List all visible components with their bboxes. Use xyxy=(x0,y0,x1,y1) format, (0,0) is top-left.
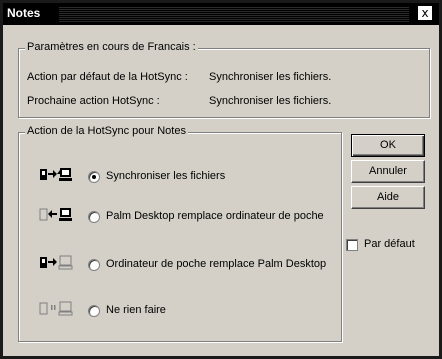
option-sync-radio[interactable] xyxy=(88,171,100,183)
default-action-label: Action par défaut de la HotSync : xyxy=(27,71,188,83)
default-action-value: Synchroniser les fichiers. xyxy=(209,71,332,83)
close-icon[interactable]: x xyxy=(417,5,433,21)
next-action-value: Synchroniser les fichiers. xyxy=(209,95,332,107)
default-checkbox-label[interactable]: Par défaut xyxy=(364,238,415,250)
hotsync-action-group: Action de la HotSync pour Notes Synchron… xyxy=(18,125,342,342)
hotsync-action-legend: Action de la HotSync pour Notes xyxy=(25,125,188,137)
option-do-nothing-radio[interactable] xyxy=(88,305,100,317)
option-sync-label[interactable]: Synchroniser les fichiers xyxy=(106,170,225,182)
next-action-label: Prochaine action HotSync : xyxy=(27,95,160,107)
help-button[interactable]: Aide xyxy=(351,186,425,209)
option-desktop-replaces-label[interactable]: Palm Desktop remplace ordinateur de poch… xyxy=(106,210,324,222)
current-settings-legend: Paramètres en cours de Francais : xyxy=(25,41,198,53)
option-handheld-replaces-radio[interactable] xyxy=(88,259,100,271)
option-do-nothing-label[interactable]: Ne rien faire xyxy=(106,304,166,316)
handheld-overwrites-desktop-icon xyxy=(40,255,73,270)
cancel-button[interactable]: Annuler xyxy=(351,160,425,183)
ok-button[interactable]: OK xyxy=(351,134,425,157)
option-desktop-replaces-radio[interactable] xyxy=(88,211,100,223)
window-title: Notes xyxy=(7,6,41,20)
current-settings-group: Paramètres en cours de Francais : Action… xyxy=(18,41,430,118)
desktop-overwrites-handheld-icon xyxy=(39,208,72,221)
title-bar[interactable]: Notes x xyxy=(3,3,439,25)
option-handheld-replaces-label[interactable]: Ordinateur de poche remplace Palm Deskto… xyxy=(106,258,326,270)
title-bar-stripes xyxy=(59,6,409,22)
do-nothing-icon xyxy=(39,301,73,316)
notes-dialog: Notes x Paramètres en cours de Francais … xyxy=(0,0,442,359)
default-checkbox[interactable] xyxy=(346,239,358,251)
sync-both-icon xyxy=(40,168,72,181)
